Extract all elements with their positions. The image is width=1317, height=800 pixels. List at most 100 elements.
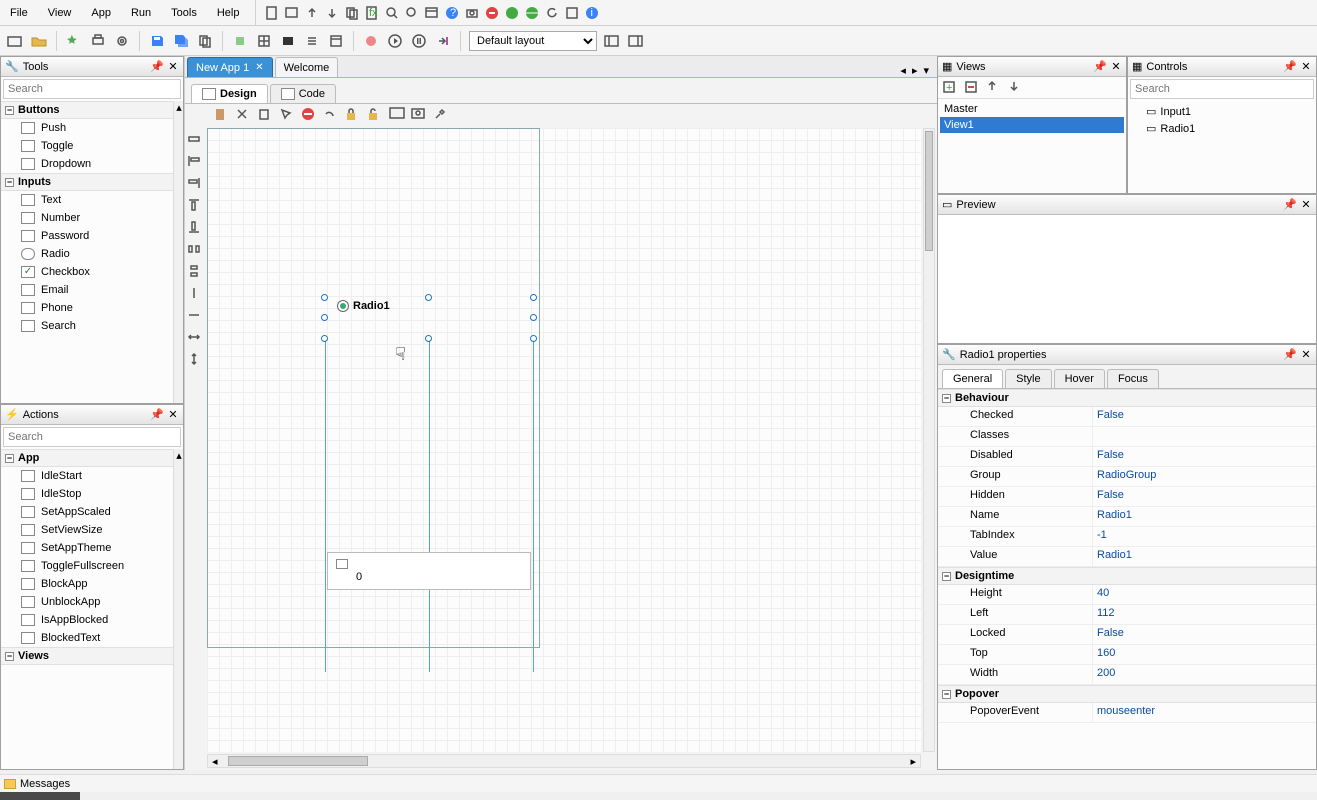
- menu-app[interactable]: App: [81, 3, 121, 23]
- down-arrow-icon[interactable]: [324, 5, 340, 21]
- control-item[interactable]: ▭ Input1: [1130, 103, 1314, 120]
- property-row[interactable]: DisabledFalse: [938, 447, 1316, 467]
- camera-icon[interactable]: [464, 5, 480, 21]
- controls-search-input[interactable]: [1130, 79, 1314, 99]
- tool-item[interactable]: Dropdown: [1, 155, 183, 173]
- action-item[interactable]: SetViewSize: [1, 521, 183, 539]
- actions-search-input[interactable]: [3, 427, 181, 447]
- close-icon[interactable]: ✕: [1300, 61, 1312, 73]
- component-icon[interactable]: [231, 32, 249, 50]
- control-item[interactable]: ▭ Radio1: [1130, 120, 1314, 137]
- property-row[interactable]: Top160: [938, 645, 1316, 665]
- tools-scrollbar[interactable]: ▴: [173, 101, 183, 403]
- pause-icon[interactable]: [410, 32, 428, 50]
- property-value[interactable]: [1093, 427, 1316, 446]
- selected-control-radio1[interactable]: Radio1: [325, 298, 533, 338]
- menu-tools[interactable]: Tools: [161, 3, 207, 23]
- scroll-up-icon[interactable]: ▴: [174, 449, 183, 461]
- tool-item[interactable]: Password: [1, 227, 183, 245]
- refresh-icon[interactable]: [544, 5, 560, 21]
- property-value[interactable]: False: [1093, 487, 1316, 506]
- mode-tab-code[interactable]: Code: [270, 84, 336, 103]
- tool-item[interactable]: Number: [1, 209, 183, 227]
- size-h-icon[interactable]: [187, 352, 203, 368]
- copy2-icon[interactable]: [196, 32, 214, 50]
- property-row[interactable]: ValueRadio1: [938, 547, 1316, 567]
- globe-icon[interactable]: [504, 5, 520, 21]
- save-all-icon[interactable]: [172, 32, 190, 50]
- expander-icon[interactable]: −: [5, 178, 14, 187]
- actions-scrollbar[interactable]: ▴: [173, 449, 183, 769]
- action-item[interactable]: UnblockApp: [1, 593, 183, 611]
- layout2-icon[interactable]: [627, 32, 645, 50]
- canvas-horizontal-scrollbar[interactable]: ◂▸: [207, 754, 921, 768]
- property-row[interactable]: CheckedFalse: [938, 407, 1316, 427]
- form-icon[interactable]: [327, 32, 345, 50]
- property-row[interactable]: Classes: [938, 427, 1316, 447]
- play-icon[interactable]: [386, 32, 404, 50]
- property-value[interactable]: Radio1: [1093, 547, 1316, 566]
- doc-tab[interactable]: New App 1✕: [187, 57, 273, 77]
- tool-item[interactable]: Email: [1, 281, 183, 299]
- move-down-icon[interactable]: [1008, 80, 1024, 96]
- undo-icon[interactable]: [323, 107, 339, 123]
- action-item[interactable]: SetAppTheme: [1, 539, 183, 557]
- doc-tab[interactable]: Welcome: [275, 57, 339, 77]
- scroll-right-icon[interactable]: ▸: [910, 755, 916, 768]
- props-category[interactable]: −Popover: [938, 685, 1316, 703]
- up-arrow-icon[interactable]: [304, 5, 320, 21]
- canvas-control-input1[interactable]: 0: [327, 552, 531, 590]
- close-tab-icon[interactable]: ✕: [255, 62, 263, 73]
- menu-file[interactable]: File: [0, 3, 38, 23]
- center-v-icon[interactable]: [187, 308, 203, 324]
- pin-icon[interactable]: 📌: [1284, 61, 1296, 73]
- info-icon[interactable]: i: [584, 5, 600, 21]
- property-value[interactable]: False: [1093, 407, 1316, 426]
- tools-category[interactable]: −Buttons: [1, 101, 183, 119]
- messages-bar[interactable]: Messages: [0, 774, 1317, 792]
- mode-tab-design[interactable]: Design: [191, 84, 268, 103]
- property-value[interactable]: 160: [1093, 645, 1316, 664]
- tool-item[interactable]: Checkbox: [1, 263, 183, 281]
- layout-dropdown[interactable]: Default layout: [469, 31, 597, 51]
- delete-view-icon[interactable]: [964, 80, 980, 96]
- props-tab-focus[interactable]: Focus: [1107, 369, 1159, 388]
- align-top-icon[interactable]: [187, 198, 203, 214]
- scroll-up-icon[interactable]: ▴: [174, 101, 183, 113]
- scrollbar-thumb[interactable]: [228, 756, 368, 766]
- actions-category[interactable]: −Views: [1, 647, 183, 665]
- property-row[interactable]: NameRadio1: [938, 507, 1316, 527]
- select-icon[interactable]: [279, 107, 295, 123]
- browser-icon[interactable]: [564, 5, 580, 21]
- unlock-icon[interactable]: [367, 107, 383, 123]
- save-icon[interactable]: [148, 32, 166, 50]
- copy3-icon[interactable]: [257, 107, 273, 123]
- props-category[interactable]: −Designtime: [938, 567, 1316, 585]
- close-icon[interactable]: ✕: [167, 61, 179, 73]
- expander-icon[interactable]: −: [942, 690, 951, 699]
- property-row[interactable]: PopoverEventmouseenter: [938, 703, 1316, 723]
- property-value[interactable]: -1: [1093, 527, 1316, 546]
- tab-prev-icon[interactable]: ◂: [900, 64, 906, 77]
- add-view-icon[interactable]: +: [942, 80, 958, 96]
- paste-icon[interactable]: [213, 107, 229, 123]
- tool-item[interactable]: Toggle: [1, 137, 183, 155]
- open-folder-icon[interactable]: [30, 32, 48, 50]
- props-tab-hover[interactable]: Hover: [1054, 369, 1105, 388]
- tool-item[interactable]: Push: [1, 119, 183, 137]
- tool-item[interactable]: Search: [1, 317, 183, 335]
- new-file-icon[interactable]: [264, 5, 280, 21]
- action-item[interactable]: IsAppBlocked: [1, 611, 183, 629]
- lock-icon[interactable]: [345, 107, 361, 123]
- action-item[interactable]: SetAppScaled: [1, 503, 183, 521]
- scroll-left-icon[interactable]: ◂: [212, 755, 218, 768]
- action-item[interactable]: IdleStop: [1, 485, 183, 503]
- design-canvas[interactable]: Radio1 ☟ 0: [207, 128, 921, 752]
- property-row[interactable]: TabIndex-1: [938, 527, 1316, 547]
- property-row[interactable]: Left112: [938, 605, 1316, 625]
- expander-icon[interactable]: −: [942, 394, 951, 403]
- tool-item[interactable]: Phone: [1, 299, 183, 317]
- property-value[interactable]: 112: [1093, 605, 1316, 624]
- view-item[interactable]: View1: [940, 117, 1124, 133]
- wizard-icon[interactable]: [65, 32, 83, 50]
